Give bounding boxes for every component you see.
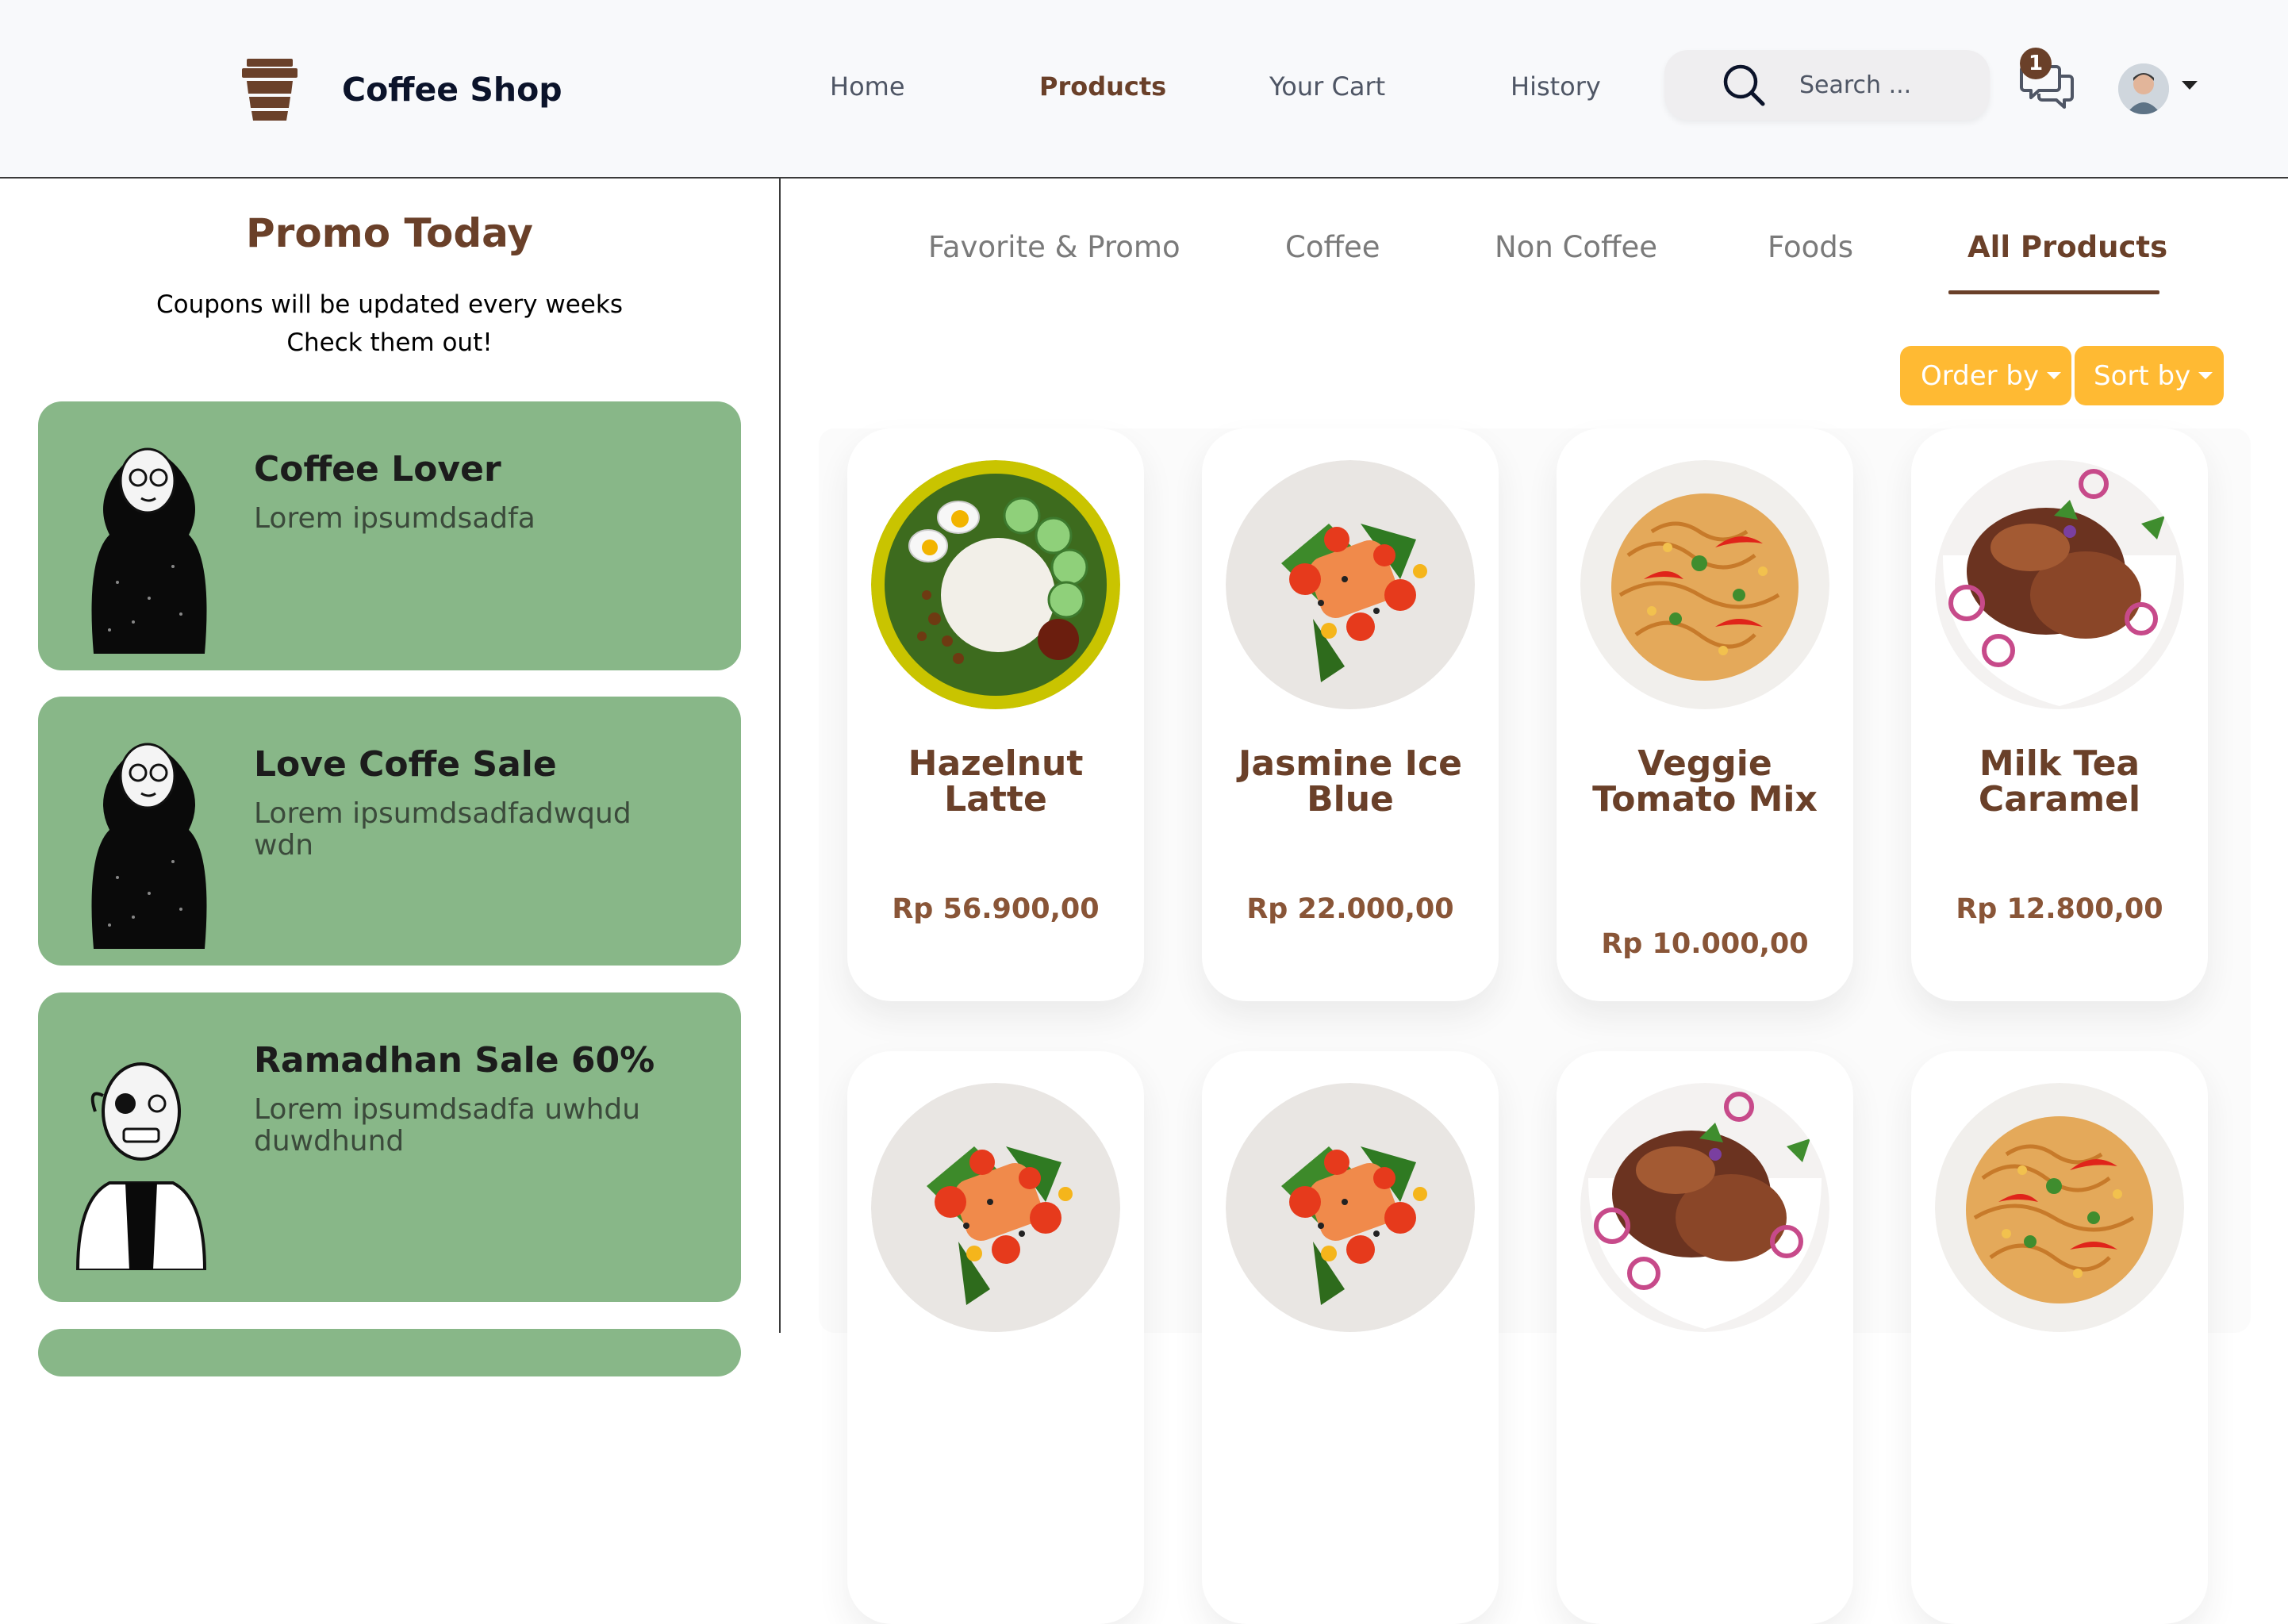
nav-your-cart[interactable]: Your Cart: [1269, 71, 1385, 102]
chevron-down-icon: [2047, 372, 2062, 379]
product-image: [1935, 460, 2184, 709]
avatar[interactable]: [2118, 63, 2169, 114]
sort-by-dropdown[interactable]: Sort by: [2075, 346, 2224, 405]
promo-subtitle: Coupons will be updated every weeks Chec…: [0, 286, 779, 362]
coupon-description: Lorem ipsumdsadfadwqud wdn: [254, 797, 632, 862]
coupon-card[interactable]: Ramadhan Sale 60% Lorem ipsumdsadfa uwhd…: [38, 992, 741, 1302]
product-card[interactable]: [1557, 1051, 1853, 1624]
product-card[interactable]: Jasmine Ice Blue Rp 22.000,00: [1202, 428, 1499, 1001]
product-name: Veggie Tomato Mix: [1592, 743, 1818, 820]
product-price: Rp 10.000,00: [1601, 928, 1809, 960]
coupon-card[interactable]: Coffee Lover Lorem ipsumdsadfa: [38, 401, 741, 670]
old-man-illustration: [75, 1062, 207, 1270]
coupon-title: Coffee Lover: [254, 449, 501, 490]
product-image: [871, 1083, 1120, 1332]
product-image: [1580, 460, 1829, 709]
chevron-down-icon: [2198, 372, 2213, 379]
product-card[interactable]: [1911, 1051, 2208, 1624]
product-image: [1580, 1083, 1829, 1332]
promo-title: Promo Today: [246, 210, 533, 256]
tab-favorite-promo[interactable]: Favorite & Promo: [928, 230, 1180, 264]
product-image: [1226, 460, 1475, 709]
product-name: Hazelnut Latte: [908, 743, 1084, 820]
promo-subtitle-line-2: Check them out!: [286, 328, 493, 357]
hijab-woman-illustration: [91, 743, 207, 949]
product-card[interactable]: [1202, 1051, 1499, 1624]
search-icon: [1723, 64, 1765, 106]
product-image: [1935, 1083, 2184, 1332]
product-card[interactable]: [847, 1051, 1144, 1624]
chat-button[interactable]: 1: [2020, 48, 2075, 113]
sort-by-label: Sort by: [2094, 359, 2191, 392]
product-card[interactable]: Veggie Tomato Mix Rp 10.000,00: [1557, 428, 1853, 1001]
search-input[interactable]: [1799, 71, 1974, 99]
user-photo: [2118, 63, 2169, 114]
order-by-label: Order by: [1921, 359, 2040, 392]
promo-sidebar: Promo Today Coupons will be updated ever…: [0, 179, 781, 1376]
product-image: [871, 460, 1120, 709]
coupon-card[interactable]: Love Coffe Sale Lorem ipsumdsadfadwqud w…: [38, 697, 741, 966]
active-tab-indicator: [1948, 290, 2159, 294]
promo-subtitle-line-1: Coupons will be updated every weeks: [155, 290, 623, 319]
tab-coffee[interactable]: Coffee: [1285, 230, 1380, 264]
product-card[interactable]: Hazelnut Latte Rp 56.900,00: [847, 428, 1144, 1001]
nav-home[interactable]: Home: [830, 71, 905, 102]
tab-non-coffee[interactable]: Non Coffee: [1495, 230, 1657, 264]
coupon-description: Lorem ipsumdsadfa: [254, 502, 536, 535]
hijab-woman-illustration: [91, 447, 207, 654]
product-price: Rp 22.000,00: [1246, 893, 1454, 925]
coupon-title: Love Coffe Sale: [254, 744, 557, 785]
coupon-title: Ramadhan Sale 60%: [254, 1040, 655, 1081]
product-name: Milk Tea Caramel: [1978, 743, 2141, 820]
chat-badge: 1: [2020, 48, 2052, 79]
tab-all-products[interactable]: All Products: [1967, 230, 2167, 264]
product-price: Rp 56.900,00: [892, 893, 1100, 925]
nav-history[interactable]: History: [1511, 71, 1601, 102]
chevron-down-icon[interactable]: [2182, 81, 2198, 90]
tab-foods[interactable]: Foods: [1768, 230, 1853, 264]
product-price: Rp 12.800,00: [1956, 893, 2163, 925]
coupon-description: Lorem ipsumdsadfa uwhdu duwdhund: [254, 1093, 641, 1158]
search-bar[interactable]: [1664, 50, 1990, 120]
top-navbar: Coffee Shop Home Products Your Cart Hist…: [0, 0, 2288, 179]
nav-products[interactable]: Products: [1039, 71, 1166, 102]
product-image: [1226, 1083, 1475, 1332]
order-by-dropdown[interactable]: Order by: [1900, 346, 2071, 405]
product-card[interactable]: Milk Tea Caramel Rp 12.800,00: [1911, 428, 2208, 1001]
coupon-card[interactable]: [38, 1329, 741, 1376]
product-name: Jasmine Ice Blue: [1238, 743, 1462, 820]
